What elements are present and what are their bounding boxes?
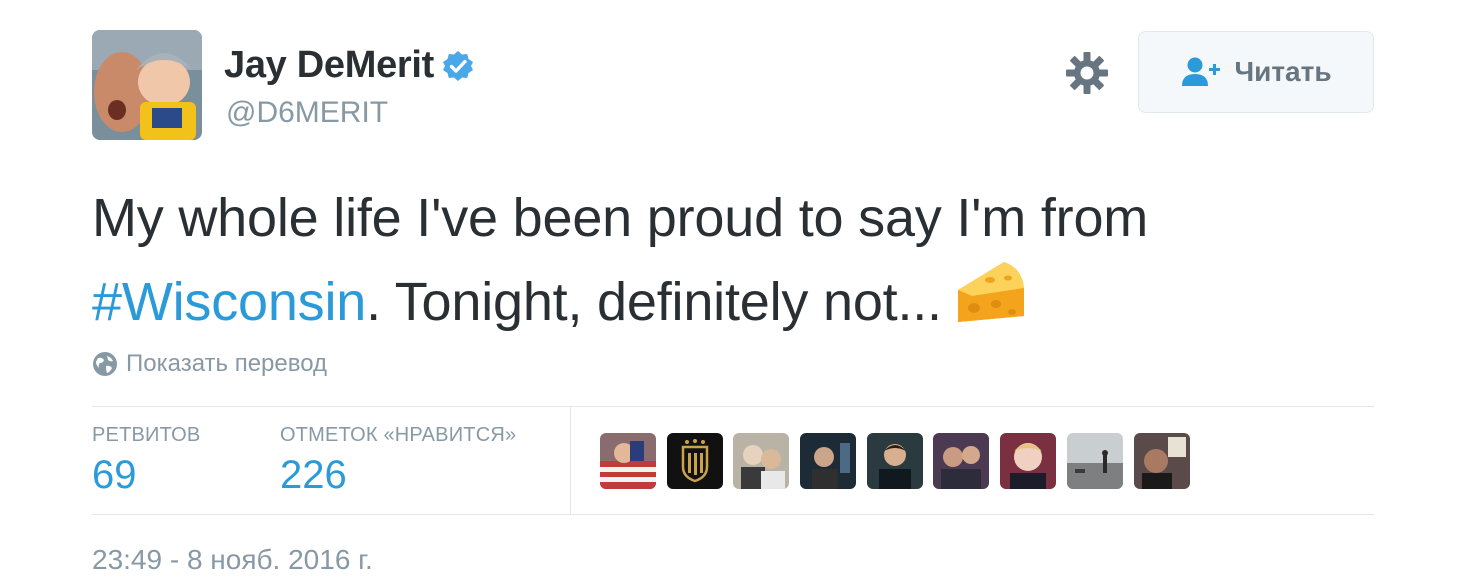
liker-photo-icon [1133, 433, 1190, 489]
tweet-text-line2: . Tonight, definitely not... [366, 272, 942, 332]
verified-badge-icon [442, 50, 474, 82]
liker-avatar[interactable] [733, 433, 790, 489]
follow-button-label: Читать [1234, 56, 1332, 87]
liker-photo-icon [1000, 433, 1057, 489]
gear-icon[interactable] [1064, 50, 1110, 96]
liker-photo-icon [1066, 433, 1123, 489]
likers-avatar-list [600, 433, 1200, 489]
tweet-text-line1: My whole life I've been proud to say I'm… [92, 188, 1149, 248]
liker-photo-icon [866, 433, 923, 489]
retweets-stat[interactable]: РЕТВИТОВ 69 [92, 424, 200, 498]
tweet-text: My whole life I've been proud to say I'm… [92, 178, 1382, 342]
author-avatar[interactable] [92, 30, 202, 140]
liker-avatar[interactable] [1133, 433, 1190, 489]
likes-count: 226 [280, 453, 347, 497]
show-translation-link[interactable]: Показать перевод [92, 350, 327, 378]
author-display-name[interactable]: Jay DeMerit [224, 44, 434, 87]
liker-avatar[interactable] [933, 433, 990, 489]
add-user-icon [1182, 57, 1221, 86]
author-handle[interactable]: @D6MERIT [226, 96, 388, 130]
author-name-row[interactable]: Jay DeMerit [224, 44, 474, 87]
liker-photo-icon [800, 433, 857, 489]
tweet-timestamp[interactable]: 23:49 - 8 нояб. 2016 г. [92, 544, 373, 576]
retweets-count: 69 [92, 453, 137, 497]
liker-avatar[interactable] [800, 433, 857, 489]
cheese-wedge-icon [952, 258, 1028, 328]
stats-bottom-divider [92, 514, 1374, 515]
show-translation-label: Показать перевод [126, 350, 328, 377]
liker-avatar[interactable] [666, 433, 723, 489]
likes-stat[interactable]: ОТМЕТОК «НРАВИТСЯ» 226 [280, 424, 516, 498]
avatar-photo-icon [92, 30, 202, 140]
liker-avatar[interactable] [1000, 433, 1057, 489]
liker-avatar[interactable] [600, 433, 656, 489]
liker-avatar[interactable] [866, 433, 923, 489]
retweets-label: РЕТВИТОВ [92, 424, 201, 446]
liker-photo-icon [600, 433, 656, 489]
liker-avatar[interactable] [1066, 433, 1123, 489]
liker-photo-icon [733, 433, 790, 489]
globe-icon [93, 352, 117, 376]
stats-vertical-divider [570, 406, 571, 514]
liker-photo-icon [933, 433, 990, 489]
follow-button[interactable]: Читать [1138, 31, 1374, 113]
liker-photo-icon [666, 433, 723, 489]
hashtag-link[interactable]: #Wisconsin [92, 272, 366, 332]
likes-label: ОТМЕТОК «НРАВИТСЯ» [280, 424, 517, 446]
stats-top-divider [92, 406, 1374, 407]
